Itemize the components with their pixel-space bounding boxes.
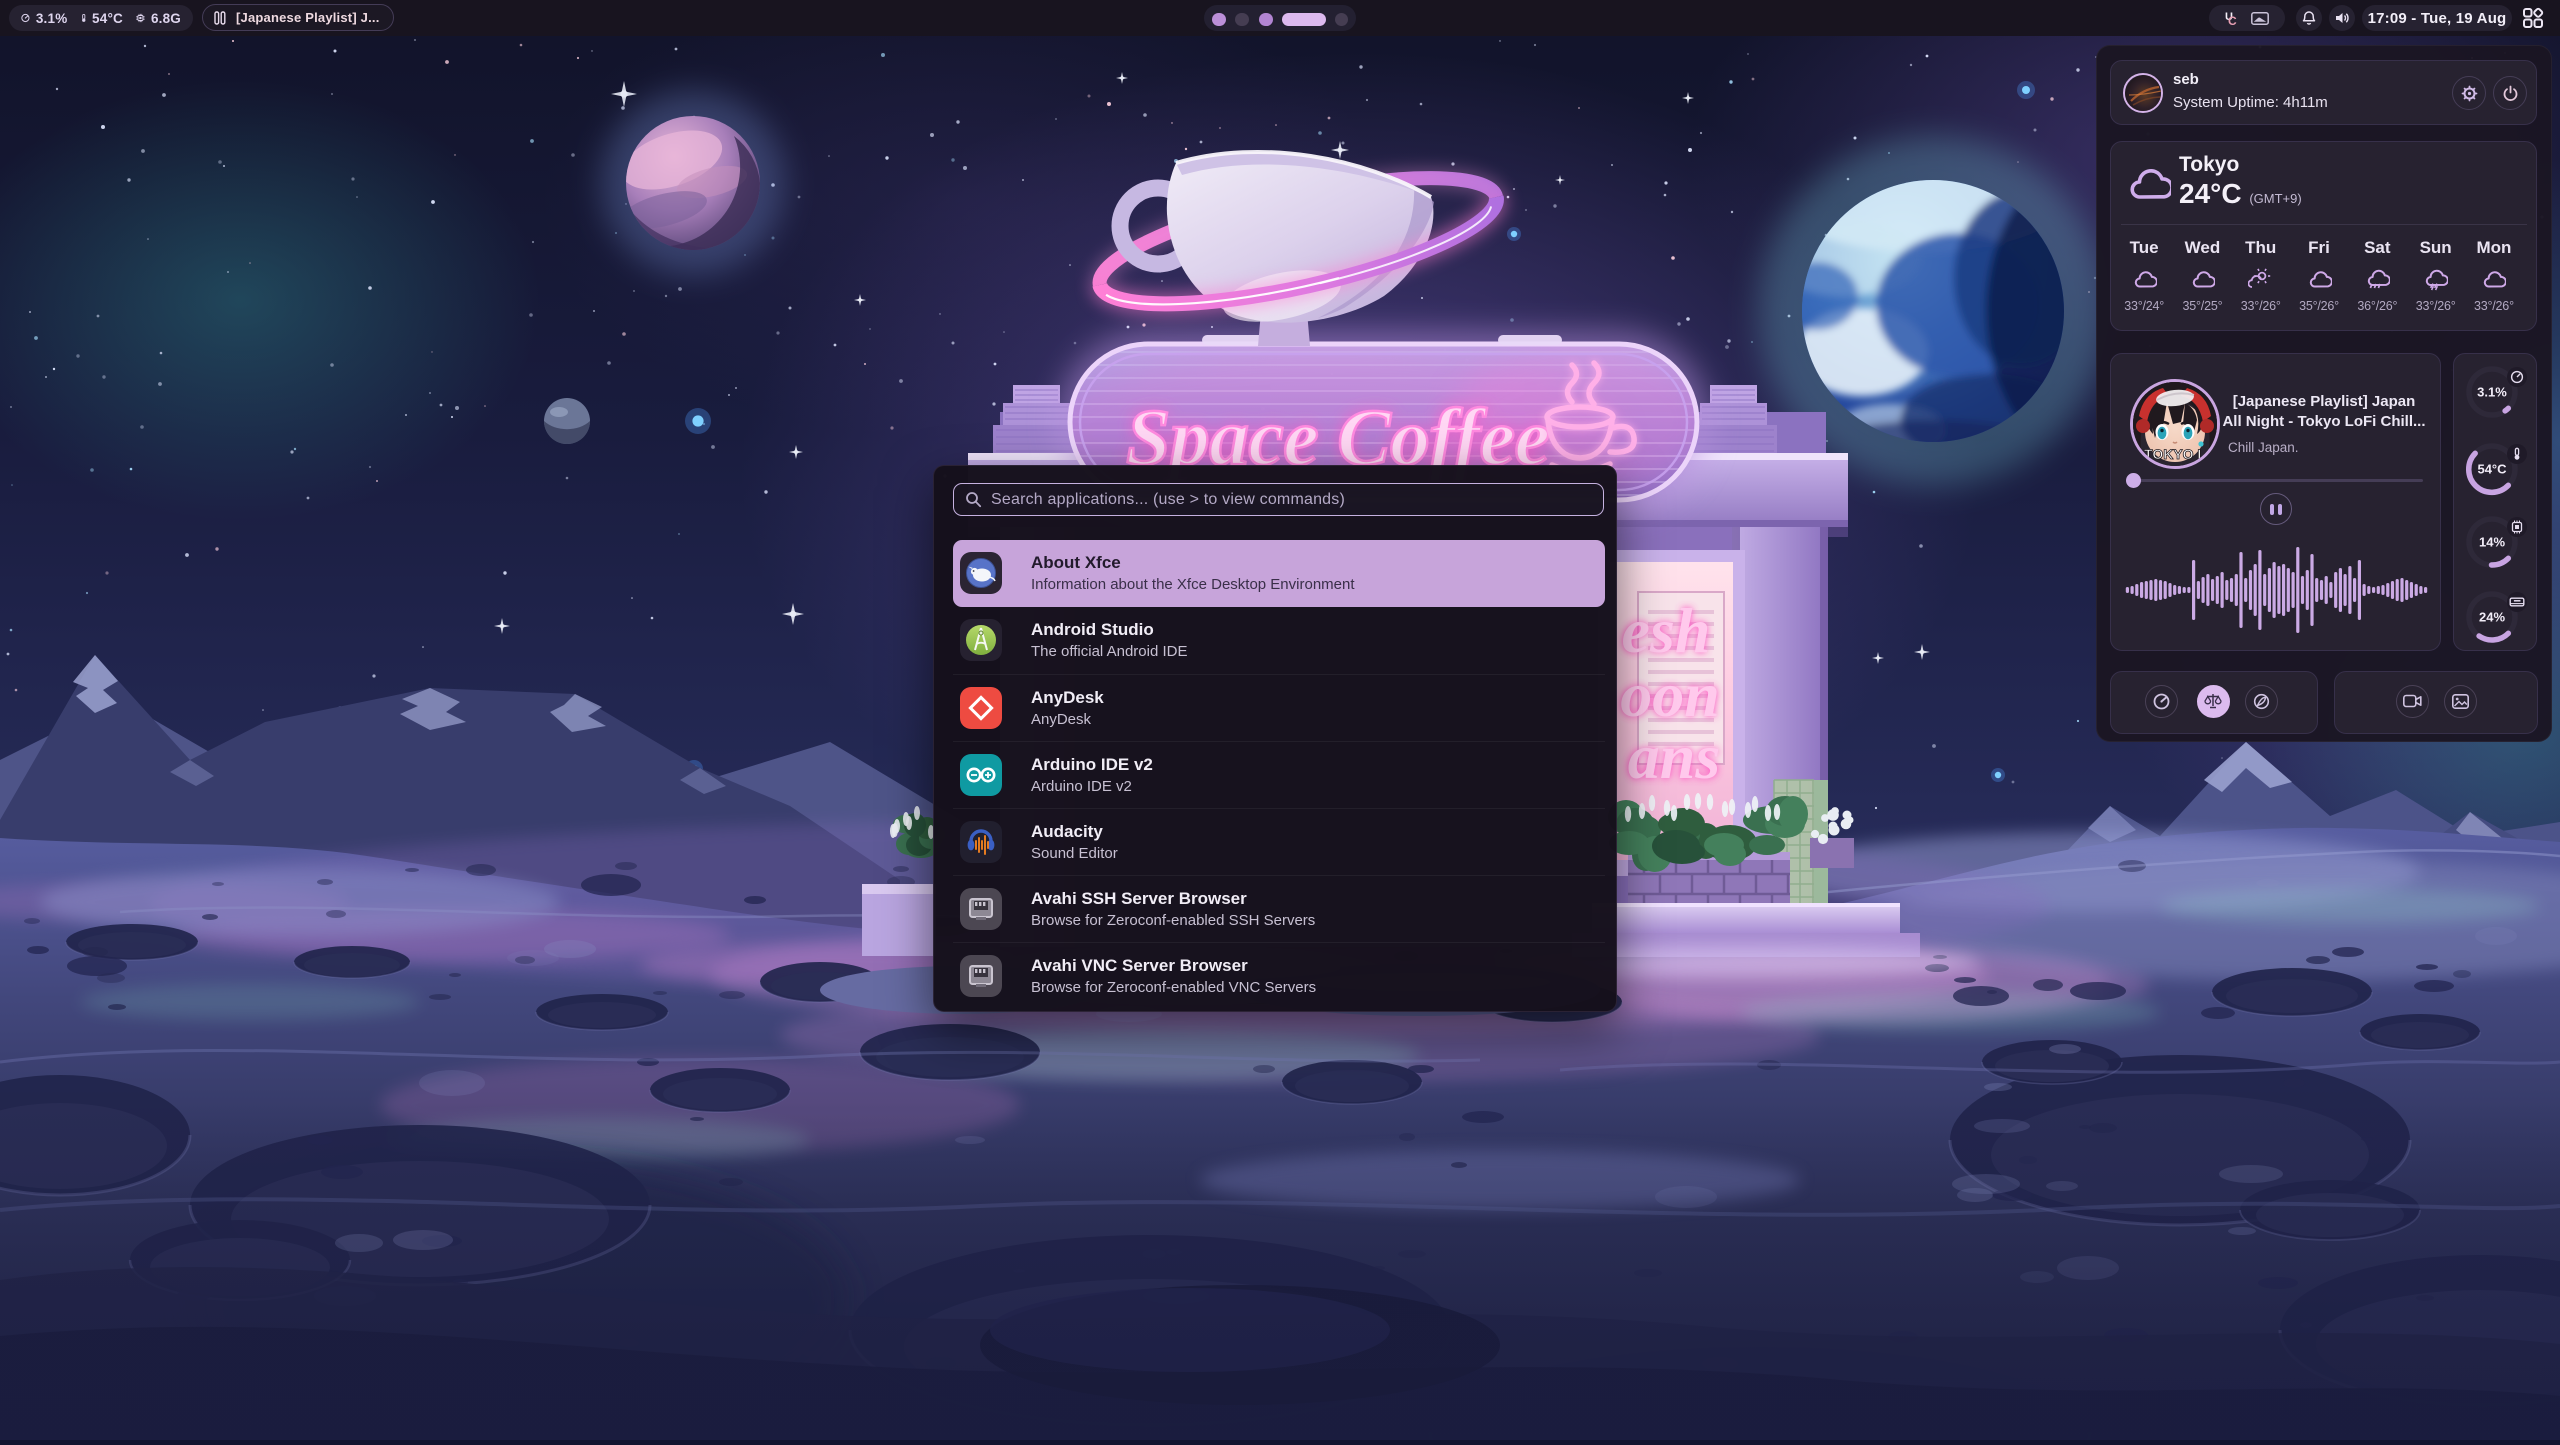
svg-text:54°C: 54°C: [2477, 462, 2507, 477]
svg-text:ans: ans: [1628, 721, 1721, 792]
svg-text:C: C: [2228, 14, 2237, 27]
svg-text:esh: esh: [1622, 595, 1711, 666]
svg-text:TOKYO L: TOKYO L: [2144, 446, 2206, 462]
svg-text:14%: 14%: [2479, 535, 2505, 550]
svg-text:24%: 24%: [2479, 610, 2505, 625]
svg-text:3.1%: 3.1%: [2477, 385, 2507, 400]
svg-text:oon: oon: [1620, 659, 1720, 730]
